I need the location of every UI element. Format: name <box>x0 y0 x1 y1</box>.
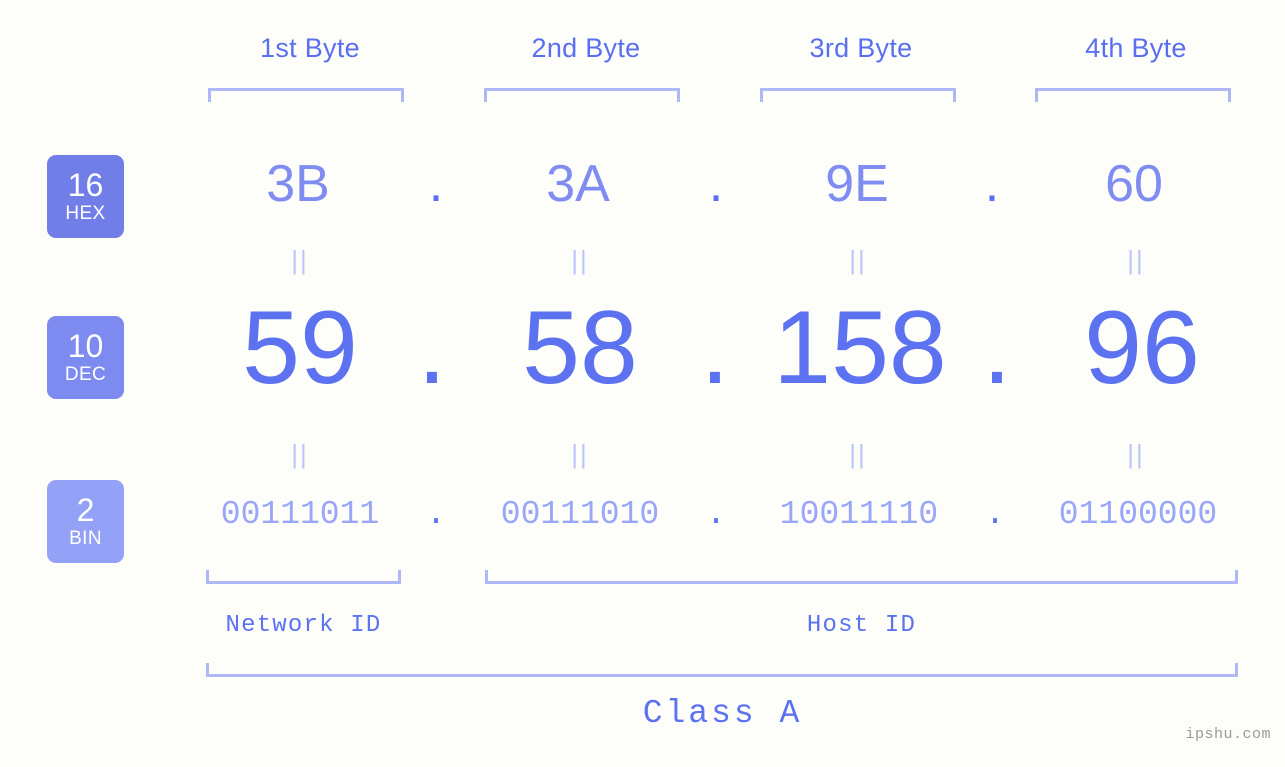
class-label: Class A <box>642 695 803 732</box>
hex-separator-2: . <box>708 155 724 213</box>
base-badge-bin-number: 2 <box>76 491 95 528</box>
ip-breakdown-diagram: 1st Byte 2nd Byte 3rd Byte 4th Byte 16 H… <box>0 0 1285 767</box>
base-badge-hex: 16 HEX <box>47 155 124 238</box>
base-badge-bin: 2 BIN <box>47 480 124 563</box>
equals-icon-1-hex-dec: || <box>291 245 309 275</box>
equals-icon-2-hex-dec: || <box>571 245 589 275</box>
dec-separator-3: . <box>982 290 1012 406</box>
base-badge-dec: 10 DEC <box>47 316 124 399</box>
class-bracket <box>206 663 1238 677</box>
byte-bracket-4 <box>1035 88 1231 102</box>
dec-byte-2: 58 <box>522 290 638 406</box>
base-badge-dec-number: 10 <box>67 327 104 364</box>
byte-header-3: 3rd Byte <box>809 33 913 63</box>
byte-bracket-3 <box>760 88 956 102</box>
dec-byte-3: 158 <box>773 290 947 406</box>
host-id-bracket <box>485 570 1238 584</box>
dec-separator-2: . <box>700 290 730 406</box>
equals-icon-2-dec-bin: || <box>571 439 589 469</box>
equals-icon-1-dec-bin: || <box>291 439 309 469</box>
base-badge-hex-number: 16 <box>67 166 104 203</box>
base-badge-dec-name: DEC <box>64 363 107 385</box>
byte-header-4: 4th Byte <box>1085 33 1187 63</box>
equals-icon-4-hex-dec: || <box>1127 245 1145 275</box>
hex-byte-1: 3B <box>266 155 330 213</box>
byte-bracket-2 <box>484 88 680 102</box>
hex-byte-3: 9E <box>825 155 889 213</box>
equals-icon-3-hex-dec: || <box>849 245 867 275</box>
byte-header-2: 2nd Byte <box>531 33 641 63</box>
equals-icon-4-dec-bin: || <box>1127 439 1145 469</box>
bin-separator-1: . <box>426 496 446 533</box>
bin-byte-4: 01100000 <box>1058 496 1218 533</box>
base-badge-hex-name: HEX <box>65 202 106 224</box>
bin-byte-2: 00111010 <box>500 496 660 533</box>
bin-byte-3: 10011110 <box>779 496 939 533</box>
dec-separator-1: . <box>417 290 447 406</box>
bin-byte-1: 00111011 <box>220 496 380 533</box>
byte-header-1: 1st Byte <box>260 33 360 63</box>
hex-byte-4: 60 <box>1105 155 1163 213</box>
hex-separator-3: . <box>984 155 1000 213</box>
equals-icon-3-dec-bin: || <box>849 439 867 469</box>
hex-separator-1: . <box>428 155 444 213</box>
bin-separator-3: . <box>985 496 1005 533</box>
network-id-label: Network ID <box>225 612 382 639</box>
network-id-bracket <box>206 570 401 584</box>
host-id-label: Host ID <box>806 612 917 639</box>
base-badge-bin-name: BIN <box>69 527 102 549</box>
byte-bracket-1 <box>208 88 404 102</box>
bin-separator-2: . <box>706 496 726 533</box>
watermark: ipshu.com <box>1185 726 1271 743</box>
dec-byte-1: 59 <box>242 290 358 406</box>
hex-byte-2: 3A <box>546 155 610 213</box>
dec-byte-4: 96 <box>1084 290 1200 406</box>
